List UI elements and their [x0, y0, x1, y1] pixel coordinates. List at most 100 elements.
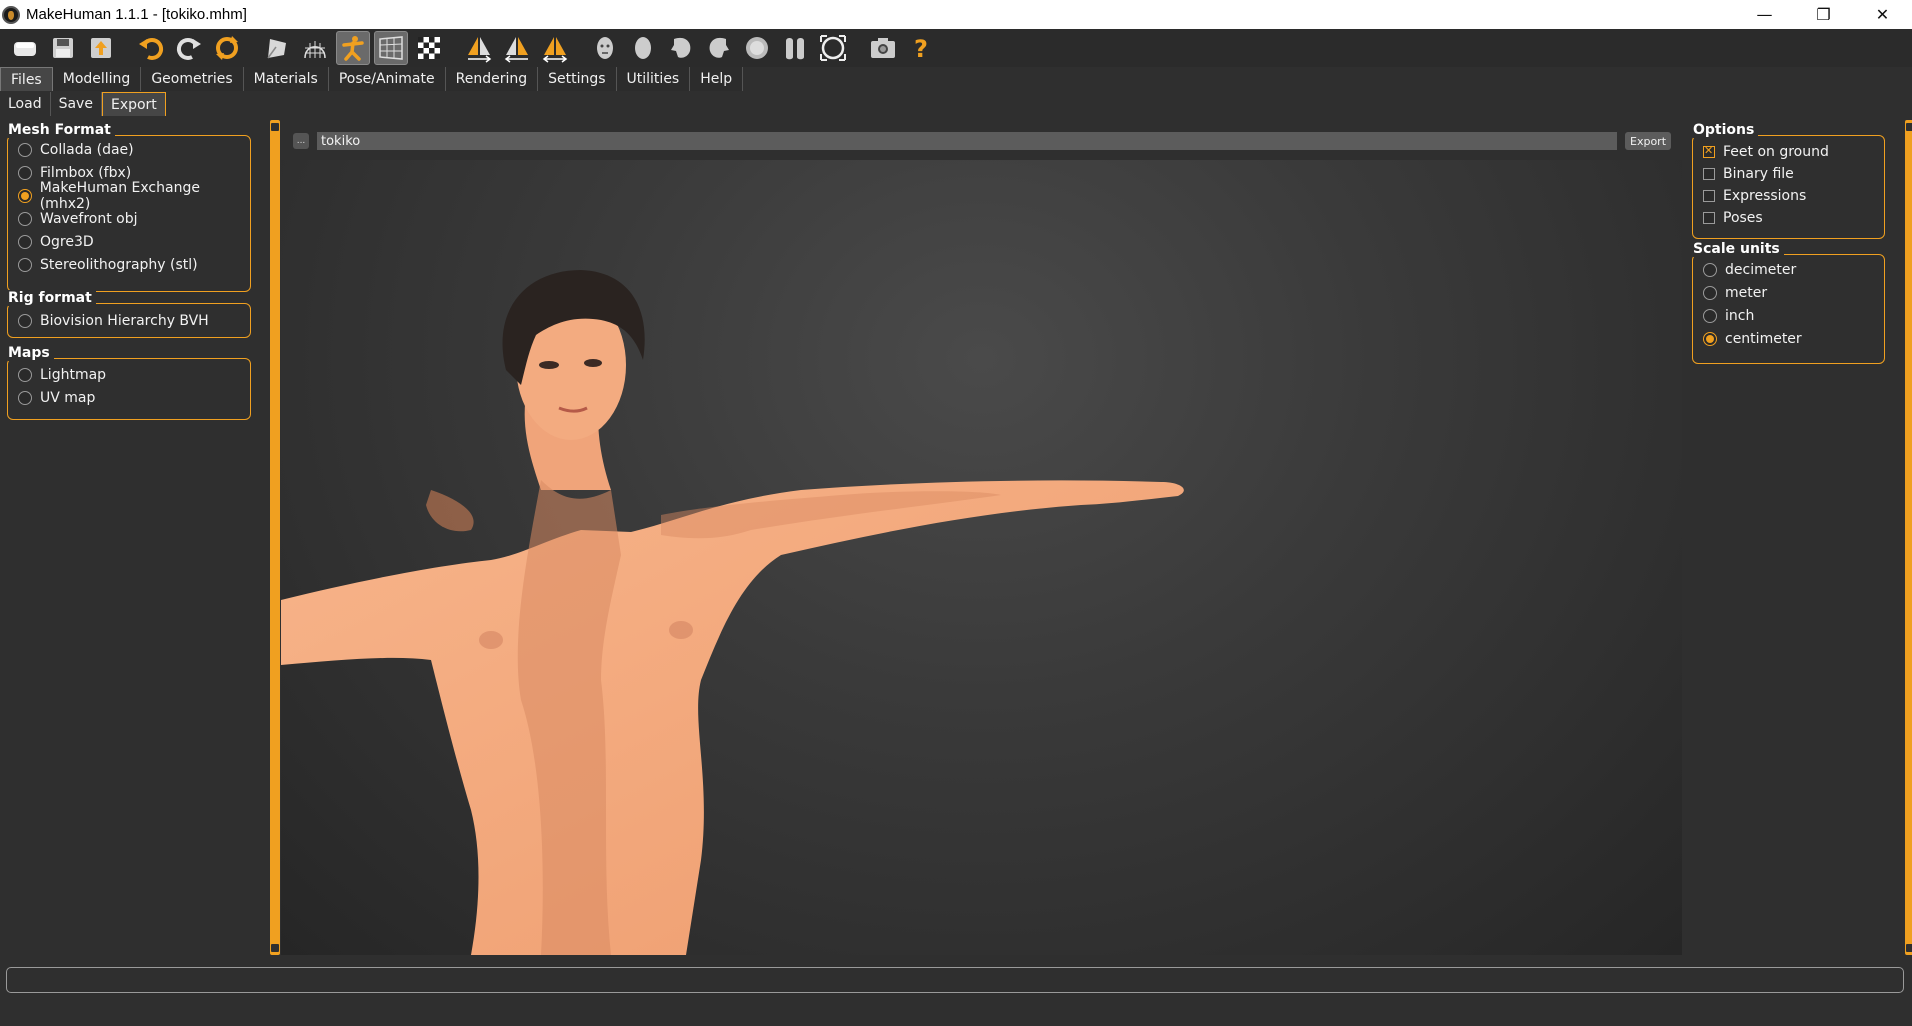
tab-help[interactable]: Help [690, 67, 744, 91]
map-uv-map[interactable]: UV map [18, 387, 95, 409]
subtab-load[interactable]: Load [0, 92, 51, 116]
radio-button[interactable] [1703, 309, 1717, 323]
wireframe-button[interactable] [298, 31, 332, 65]
left-view-button[interactable] [664, 31, 698, 65]
radio-button[interactable] [1703, 332, 1717, 346]
left-splitter-handle[interactable] [270, 120, 280, 955]
scale-unit-centimeter[interactable]: centimeter [1703, 328, 1802, 350]
undo-button[interactable] [134, 31, 168, 65]
symmetry-right-icon [468, 37, 492, 63]
tab-utilities[interactable]: Utilities [616, 67, 691, 91]
mesh-format-ogre3d[interactable]: Ogre3D [18, 231, 94, 253]
smooth-button[interactable] [260, 31, 294, 65]
mesh-format-label: Wavefront obj [40, 211, 138, 227]
front-view-icon [597, 37, 613, 59]
radio-button[interactable] [18, 212, 32, 226]
mesh-format-title: Mesh Format [8, 122, 115, 138]
back-view-button[interactable] [626, 31, 660, 65]
front-view-button[interactable] [588, 31, 622, 65]
mesh-format-label: Filmbox (fbx) [40, 165, 132, 181]
export-icon [91, 38, 111, 58]
background-button[interactable] [412, 31, 446, 65]
makehuman-window: MakeHuman 1.1.1 - [tokiko.mhm] — ❐ ✕ ? F… [0, 0, 1912, 1026]
scale-unit-inch[interactable]: inch [1703, 305, 1754, 327]
app-logo-icon [2, 5, 20, 24]
restore-button[interactable]: ❐ [1794, 0, 1853, 29]
main-tabs: Files Modelling Geometries Materials Pose/An… [0, 67, 744, 91]
tab-materials[interactable]: Materials [243, 67, 329, 91]
radio-button[interactable] [18, 368, 32, 382]
pose-button[interactable] [336, 31, 370, 65]
close-button[interactable]: ✕ [1853, 0, 1912, 29]
subtab-save[interactable]: Save [51, 92, 102, 116]
right-view-button[interactable] [702, 31, 736, 65]
radio-button[interactable] [18, 391, 32, 405]
radio-button[interactable] [18, 189, 32, 203]
mesh-format-makehuman-exchange-mhx2[interactable]: MakeHuman Exchange (mhx2) [18, 180, 250, 212]
svg-text:?: ? [914, 35, 928, 63]
symmetry-left-button[interactable] [500, 31, 534, 65]
rig-format-biovision-hierarchy-bvh[interactable]: Biovision Hierarchy BVH [18, 310, 209, 332]
option-expressions[interactable]: Expressions [1703, 185, 1806, 207]
maps-group: Maps Lightmap UV map [7, 345, 251, 420]
radio-button[interactable] [1703, 263, 1717, 277]
top-view-button[interactable] [740, 31, 774, 65]
right-splitter-handle[interactable] [1905, 120, 1912, 955]
mesh-format-stereolithography-stl[interactable]: Stereolithography (stl) [18, 254, 198, 276]
symmetry-right-button[interactable] [462, 31, 496, 65]
checkbox[interactable] [1703, 212, 1715, 224]
help-button[interactable]: ? [904, 31, 938, 65]
minimize-button[interactable]: — [1735, 0, 1794, 29]
radio-button[interactable] [18, 314, 32, 328]
radio-button[interactable] [18, 235, 32, 249]
options-group: Options Feet on ground Binary file Express… [1692, 122, 1885, 239]
browse-button[interactable]: ... [293, 133, 309, 149]
reset-button[interactable] [210, 31, 244, 65]
tab-pose-animate[interactable]: Pose/Animate [328, 67, 446, 91]
new-button[interactable] [8, 31, 42, 65]
map-label: UV map [40, 390, 96, 406]
background-icon [418, 37, 440, 59]
export-toolbar-button[interactable] [84, 31, 118, 65]
grid-button[interactable] [374, 31, 408, 65]
option-label: Binary file [1723, 166, 1794, 182]
option-poses[interactable]: Poses [1703, 207, 1763, 229]
map-lightmap[interactable]: Lightmap [18, 364, 106, 386]
scale-unit-meter[interactable]: meter [1703, 282, 1767, 304]
tab-settings[interactable]: Settings [538, 67, 617, 91]
checkbox[interactable] [1703, 144, 1715, 158]
tab-files[interactable]: Files [0, 67, 53, 91]
tab-modelling[interactable]: Modelling [52, 67, 142, 91]
checkbox[interactable] [1703, 168, 1715, 180]
tab-geometries[interactable]: Geometries [141, 67, 244, 91]
radio-button[interactable] [18, 166, 32, 180]
scale-unit-decimeter[interactable]: decimeter [1703, 259, 1796, 281]
radio-button[interactable] [18, 143, 32, 157]
mesh-format-wavefront-obj[interactable]: Wavefront obj [18, 208, 138, 230]
option-label: Expressions [1723, 188, 1807, 204]
symmetry-icon [542, 37, 568, 63]
screenshot-button[interactable] [866, 31, 900, 65]
tab-rendering[interactable]: Rendering [445, 67, 539, 91]
radio-button[interactable] [1703, 286, 1717, 300]
reset-camera-button[interactable] [816, 31, 850, 65]
redo-button[interactable] [172, 31, 206, 65]
bottom-view-button[interactable] [778, 31, 812, 65]
right-panel: Options Feet on ground Binary file Express… [1690, 118, 1900, 958]
mesh-format-collada-dae[interactable]: Collada (dae) [18, 139, 134, 161]
save-button[interactable] [46, 31, 80, 65]
help-icon: ? [914, 35, 928, 63]
filename-input[interactable] [317, 132, 1617, 150]
checkbox[interactable] [1703, 190, 1715, 202]
option-binary-file[interactable]: Binary file [1703, 163, 1794, 185]
reset-camera-icon [820, 35, 846, 61]
3d-viewport[interactable] [281, 160, 1682, 955]
option-label: Feet on ground [1723, 144, 1829, 160]
options-title: Options [1693, 122, 1759, 138]
symmetry-button[interactable] [538, 31, 572, 65]
export-button[interactable]: Export [1625, 132, 1672, 150]
subtab-export[interactable]: Export [101, 92, 166, 116]
radio-button[interactable] [18, 258, 32, 272]
new-icon [14, 42, 36, 56]
option-feet-on-ground[interactable]: Feet on ground [1703, 141, 1829, 163]
